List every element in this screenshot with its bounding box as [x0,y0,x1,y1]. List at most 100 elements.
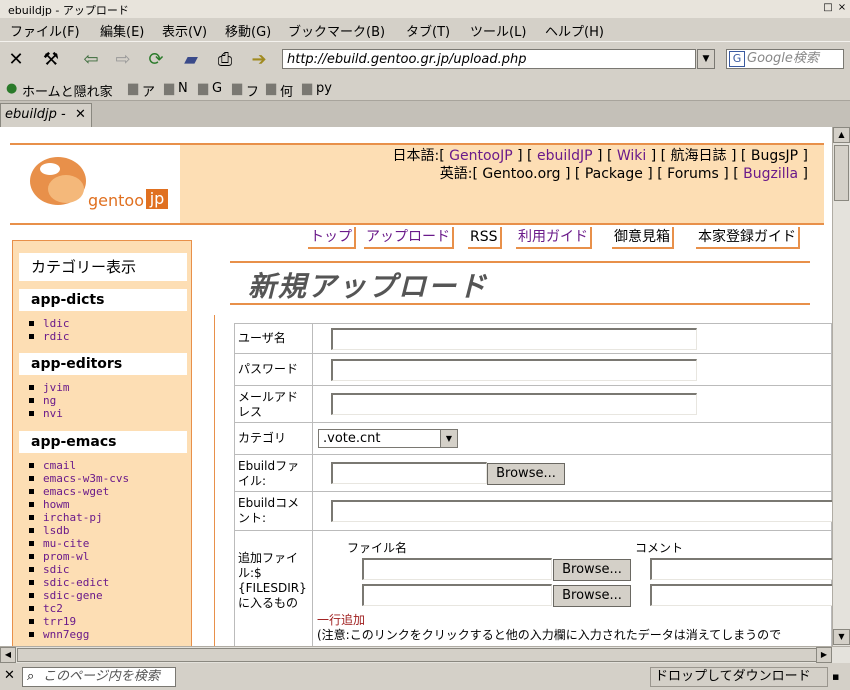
list-item[interactable]: emacs-w3m-cvs [29,472,130,485]
list-item[interactable]: lsdb [29,524,70,537]
list-item[interactable]: ng [29,394,56,407]
google-icon: G [729,51,745,67]
link-package[interactable]: Package [585,166,643,182]
list-item[interactable]: mu-cite [29,537,89,550]
scroll-up-icon[interactable]: ▲ [833,127,850,143]
menu-view[interactable]: 表示(V) [162,21,207,40]
email-label: メールアドレス [235,386,313,422]
ebuild-file-input[interactable] [331,462,487,484]
nav-feedback[interactable]: 御意見箱 [612,227,674,249]
scroll-down-icon[interactable]: ▼ [833,629,850,645]
link-gentoojp[interactable]: GentooJP [449,148,513,164]
horizontal-scrollbar[interactable]: ◀ ▶ [0,646,850,663]
close-tab-icon[interactable]: ✕ [75,104,86,126]
menu-tabs[interactable]: タブ(T) [406,21,450,40]
extra-browse-button-2[interactable]: Browse... [553,585,631,607]
list-item[interactable]: sdic [29,563,70,576]
user-input[interactable] [331,328,697,350]
nav-register-guide[interactable]: 本家登録ガイド [696,227,800,249]
list-item[interactable]: nvi [29,407,63,420]
forward-icon[interactable]: ⇨ [110,48,136,72]
go-icon[interactable]: ➔ [246,48,272,72]
group-app-emacs: app-emacs [19,431,187,453]
tab-ebuildjp[interactable]: ebuildjp - ✕ [0,103,92,127]
link-ebuildjp[interactable]: ebuildJP [537,148,593,164]
menu-help[interactable]: ヘルプ(H) [545,21,604,40]
link-logbook[interactable]: 航海日誌 [671,148,727,164]
menu-file[interactable]: ファイル(F) [10,21,80,40]
link-bugzilla[interactable]: Bugzilla [743,166,798,182]
list-item[interactable]: jvim [29,381,70,394]
bookmark-folder-nani[interactable]: 何 [280,81,293,100]
item-label: irchat-pj [43,511,103,524]
row-ebuild-comment: Ebuildコメント: [234,491,832,531]
extra-file-input-1[interactable] [362,558,552,580]
list-item[interactable]: rdic [29,330,70,343]
list-item[interactable]: wnn7egg [29,628,89,641]
google-search-field[interactable]: G Google検索 [726,49,844,69]
list-item[interactable]: emacs-wget [29,485,109,498]
extra-comment-input-1[interactable] [650,558,832,580]
hscroll-thumb[interactable] [17,648,817,662]
reload-icon[interactable]: ⟳ [143,48,169,72]
list-item[interactable]: howm [29,498,70,511]
list-item[interactable]: cmail [29,459,76,472]
link-bugsjp[interactable]: BugsJP [751,148,798,164]
list-item[interactable]: tc2 [29,602,63,615]
bookmark-folder-fu[interactable]: フ [246,81,259,100]
close-findbar-icon[interactable]: ✕ [4,668,15,683]
list-item[interactable]: prom-wl [29,550,89,563]
extra-files-label: 追加ファイル:$ {FILESDIR}に入るもの [235,531,313,646]
bullet-icon [29,411,34,416]
bookmark-icon[interactable]: ▰ [178,48,204,72]
close-icon[interactable]: × [836,2,848,14]
nav-rss[interactable]: RSS [468,227,502,249]
folder-icon: ▆ [232,81,242,96]
item-label: emacs-w3m-cvs [43,472,130,485]
menu-tools[interactable]: ツール(L) [470,21,526,40]
url-dropdown-icon[interactable]: ▼ [697,49,715,69]
item-label: howm [43,498,70,511]
menu-bookmarks[interactable]: ブックマーク(B) [288,21,385,40]
link-forums[interactable]: Forums [667,166,719,182]
category-select[interactable]: .vote.cnt ▼ [318,429,458,448]
list-item[interactable]: sdic-edict [29,576,109,589]
print-icon[interactable]: ⎙ [212,48,238,72]
stop-icon[interactable]: ✕ [3,48,29,72]
ebuild-browse-button[interactable]: Browse... [487,463,565,485]
list-item[interactable]: sdic-gene [29,589,103,602]
extra-browse-button-1[interactable]: Browse... [553,559,631,581]
find-in-page-field[interactable]: ⌕ このページ内を検索 [22,667,176,687]
nav-guide[interactable]: 利用ガイド [516,227,592,249]
bookmark-folder-g[interactable]: G [212,81,222,96]
bookmark-folder-a[interactable]: ア [142,81,155,100]
scroll-right-icon[interactable]: ▶ [816,647,832,663]
nav-top[interactable]: トップ [308,227,356,249]
extra-comment-input-2[interactable] [650,584,832,606]
item-label: lsdb [43,524,70,537]
link-wiki[interactable]: Wiki [617,148,646,164]
bookmark-folder-py[interactable]: py [316,81,332,96]
extra-file-input-2[interactable] [362,584,552,606]
email-input[interactable] [331,393,697,415]
back-icon[interactable]: ⇦ [78,48,104,72]
bookmark-folder-n[interactable]: N [178,81,188,96]
link-gentoo-org[interactable]: Gentoo.org [482,166,560,182]
nav-upload[interactable]: アップロード [364,227,454,249]
category-label: カテゴリ [235,423,313,454]
scroll-thumb[interactable] [834,145,849,201]
list-item[interactable]: irchat-pj [29,511,103,524]
list-item[interactable]: trr19 [29,615,76,628]
tools-icon[interactable]: ⚒ [38,48,64,72]
menu-go[interactable]: 移動(G) [225,21,271,40]
vertical-scrollbar[interactable]: ▲ ▼ [832,127,850,646]
list-item[interactable]: ldic [29,317,70,330]
menu-edit[interactable]: 編集(E) [100,21,144,40]
maximize-icon[interactable]: □ [822,2,834,14]
divider [214,315,215,646]
scroll-left-icon[interactable]: ◀ [0,647,16,663]
password-input[interactable] [331,359,697,381]
ebuild-comment-input[interactable] [331,500,832,522]
bookmark-home[interactable]: ホームと隠れ家 [22,81,113,100]
url-field[interactable]: http://ebuild.gentoo.gr.jp/upload.php [282,49,696,69]
